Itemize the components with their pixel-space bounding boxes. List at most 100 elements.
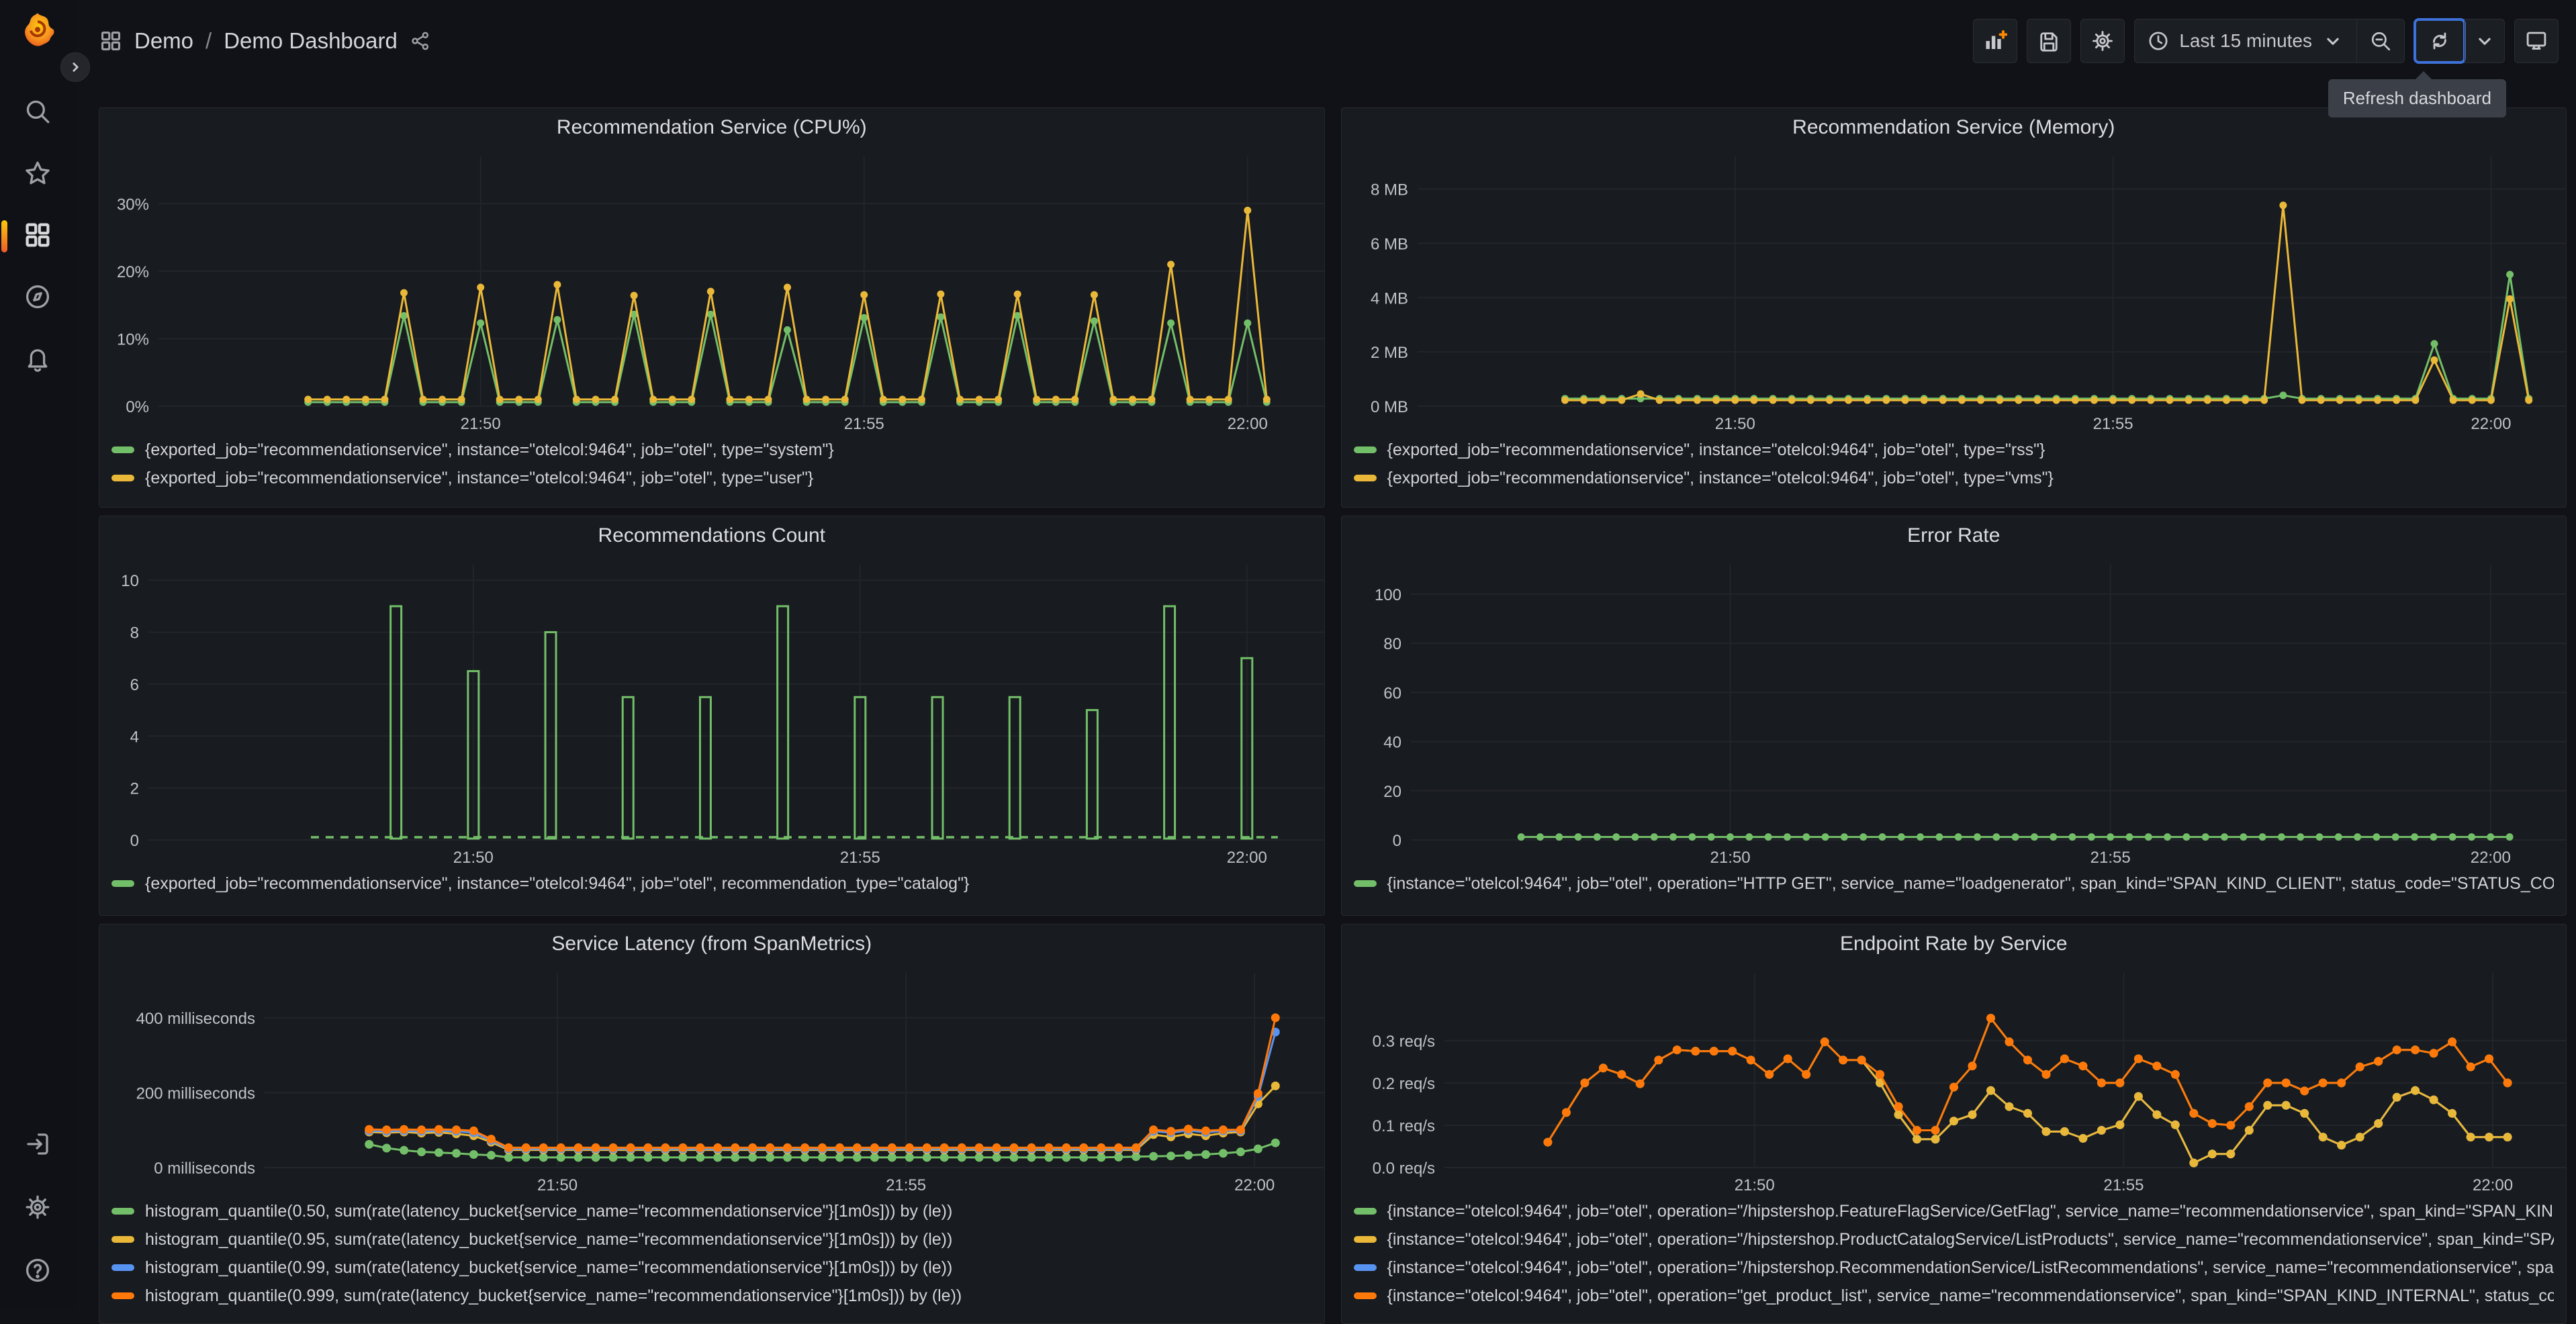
svg-text:0.1 req/s: 0.1 req/s xyxy=(1372,1117,1434,1135)
svg-text:4 MB: 4 MB xyxy=(1370,289,1408,308)
cycle-view-mode-button[interactable] xyxy=(2514,19,2559,63)
panel-title[interactable]: Recommendation Service (CPU%) xyxy=(99,108,1324,147)
legend-label: {instance="otelcol:9464", job="otel", op… xyxy=(1387,1229,2555,1249)
panel-title[interactable]: Endpoint Rate by Service xyxy=(1342,925,2567,963)
legend-label: {instance="otelcol:9464", job="otel", op… xyxy=(1387,1201,2555,1221)
panel-error-rate: Error Rate 0 20 40 60 80 100 21:50 21:55 22:00 {… xyxy=(1340,516,2567,916)
svg-text:200 milliseconds: 200 milliseconds xyxy=(136,1084,255,1102)
dashboard-canvas: Recommendation Service (CPU%) 0% 10% 20% 30… xyxy=(75,82,2576,1324)
svg-text:400 milliseconds: 400 milliseconds xyxy=(136,1010,255,1028)
legend-swatch xyxy=(1353,1292,1377,1299)
panel-title[interactable]: Recommendations Count xyxy=(99,516,1324,555)
legend-swatch xyxy=(111,1236,134,1243)
sign-in-icon xyxy=(24,1130,52,1162)
sidebar-item-alerting[interactable] xyxy=(16,342,59,377)
svg-text:80: 80 xyxy=(1383,635,1401,653)
save-dashboard-button[interactable] xyxy=(2027,19,2072,63)
chart-canvas[interactable]: 0.0 req/s 0.1 req/s 0.2 req/s 0.3 req/s 21:5… xyxy=(1354,963,2567,1194)
panel-title[interactable]: Service Latency (from SpanMetrics) xyxy=(99,925,1324,963)
svg-text:21:50: 21:50 xyxy=(1714,415,1755,433)
sidebar-item-search[interactable] xyxy=(16,95,59,130)
svg-text:6 MB: 6 MB xyxy=(1370,235,1408,253)
time-range-label: Last 15 minutes xyxy=(2179,30,2312,51)
svg-text:22:00: 22:00 xyxy=(2471,415,2511,433)
svg-text:21:50: 21:50 xyxy=(461,415,501,433)
panel-title[interactable]: Error Rate xyxy=(1342,516,2567,555)
chart-canvas[interactable]: 0 milliseconds 200 milliseconds 400 millis… xyxy=(111,963,1325,1194)
svg-text:30%: 30% xyxy=(117,195,149,214)
legend-item[interactable]: {exported_job="recommendationservice", i… xyxy=(1353,436,2555,464)
sidebar-item-help[interactable] xyxy=(16,1254,59,1289)
time-range-picker[interactable]: Last 15 minutes xyxy=(2135,19,2356,62)
legend-item[interactable]: {instance="otelcol:9464", job="otel", op… xyxy=(1353,1254,2555,1282)
legend-label: histogram_quantile(0.50, sum(rate(latenc… xyxy=(145,1201,953,1221)
svg-text:20: 20 xyxy=(1383,783,1401,801)
chart-area: 0% 10% 20% 30% 21:50 21:55 22:00 xyxy=(99,147,1324,433)
legend-label: {instance="otelcol:9464", job="otel", op… xyxy=(1387,873,2555,893)
legend-item[interactable]: histogram_quantile(0.999, sum(rate(laten… xyxy=(111,1282,1312,1310)
refresh-interval-dropdown[interactable] xyxy=(2465,19,2504,62)
sidebar-top-group xyxy=(1,95,59,377)
chart-area: 0 milliseconds 200 milliseconds 400 millis… xyxy=(99,963,1324,1194)
dashboard-toolbar: Last 15 minutes xyxy=(1973,18,2559,64)
legend-item[interactable]: {instance="otelcol:9464", job="otel", op… xyxy=(1353,1225,2555,1254)
panel-recommendation-cpu: Recommendation Service (CPU%) 0% 10% 20% 30… xyxy=(99,107,1325,508)
sidebar-item-sign-in[interactable] xyxy=(16,1128,59,1163)
svg-text:8: 8 xyxy=(130,624,139,643)
zoom-out-time-button[interactable] xyxy=(2356,19,2404,62)
svg-text:22:00: 22:00 xyxy=(2470,849,2510,867)
chart-canvas[interactable]: 0% 10% 20% 30% 21:50 21:55 22:00 xyxy=(111,147,1325,433)
legend-label: histogram_quantile(0.95, sum(rate(latenc… xyxy=(145,1229,953,1249)
sidebar-item-dashboards[interactable] xyxy=(1,219,59,254)
svg-text:0 MB: 0 MB xyxy=(1370,398,1408,416)
chart-canvas[interactable]: 0 20 40 60 80 100 21:50 21:55 22:00 xyxy=(1354,555,2567,867)
svg-text:0.3 req/s: 0.3 req/s xyxy=(1372,1033,1434,1051)
legend-item[interactable]: {instance="otelcol:9464", job="otel", op… xyxy=(1353,1197,2555,1225)
legend-item[interactable]: {exported_job="recommendationservice", i… xyxy=(111,464,1312,492)
sidebar-item-starred[interactable] xyxy=(16,157,59,192)
legend-item[interactable]: {exported_job="recommendationservice", i… xyxy=(111,436,1312,464)
legend-swatch xyxy=(111,475,134,481)
sidebar-item-settings[interactable] xyxy=(16,1191,59,1226)
breadcrumb-section[interactable]: Demo xyxy=(134,28,193,54)
svg-text:4: 4 xyxy=(130,728,139,746)
chart-canvas[interactable]: 0 MB 2 MB 4 MB 6 MB 8 MB 21:50 21:55 22:00 xyxy=(1354,147,2567,433)
monitor-icon xyxy=(2524,29,2548,53)
search-icon xyxy=(24,97,52,129)
svg-text:21:55: 21:55 xyxy=(844,415,884,433)
add-panel-button[interactable] xyxy=(1973,19,2018,63)
legend-swatch xyxy=(111,880,134,887)
dashboard-settings-button[interactable] xyxy=(2080,19,2125,63)
legend-label: {exported_job="recommendationservice", i… xyxy=(145,873,970,893)
chart-canvas[interactable]: 0 2 4 6 8 10 21:50 21:55 22:00 xyxy=(111,555,1325,867)
svg-text:0: 0 xyxy=(130,832,139,850)
svg-text:6: 6 xyxy=(130,676,139,694)
legend-label: {instance="otelcol:9464", job="otel", op… xyxy=(1387,1258,2554,1277)
legend-swatch xyxy=(1353,1264,1377,1271)
refresh-dashboard-button[interactable] xyxy=(2413,18,2466,64)
grafana-logo-icon[interactable] xyxy=(19,11,56,48)
legend-item[interactable]: {instance="otelcol:9464", job="otel", op… xyxy=(1353,869,2555,898)
chart-legend: histogram_quantile(0.50, sum(rate(latenc… xyxy=(99,1194,1324,1317)
sidebar-item-explore[interactable] xyxy=(16,281,59,316)
svg-text:2: 2 xyxy=(130,780,139,798)
refresh-controls xyxy=(2413,18,2505,64)
legend-item[interactable]: {instance="otelcol:9464", job="otel", op… xyxy=(1353,1282,2554,1310)
legend-item[interactable]: {exported_job="recommendationservice", i… xyxy=(111,869,1312,898)
svg-text:0 milliseconds: 0 milliseconds xyxy=(154,1160,255,1178)
refresh-icon xyxy=(2428,30,2451,52)
legend-item[interactable]: histogram_quantile(0.99, sum(rate(latenc… xyxy=(111,1254,1312,1282)
gear-icon xyxy=(24,1193,52,1225)
legend-swatch xyxy=(111,446,134,453)
share-icon[interactable] xyxy=(410,30,431,52)
bell-icon xyxy=(24,344,52,376)
legend-item[interactable]: histogram_quantile(0.95, sum(rate(latenc… xyxy=(111,1225,1312,1254)
breadcrumb-page[interactable]: Demo Dashboard xyxy=(224,28,398,54)
legend-item[interactable]: {exported_job="recommendationservice", i… xyxy=(1353,464,2555,492)
legend-swatch xyxy=(111,1208,134,1215)
expand-sidebar-button[interactable] xyxy=(60,52,90,82)
legend-label: histogram_quantile(0.99, sum(rate(latenc… xyxy=(145,1258,953,1277)
legend-label: {exported_job="recommendationservice", i… xyxy=(145,440,834,459)
legend-item[interactable]: histogram_quantile(0.50, sum(rate(latenc… xyxy=(111,1197,1312,1225)
svg-text:22:00: 22:00 xyxy=(1234,1176,1275,1194)
